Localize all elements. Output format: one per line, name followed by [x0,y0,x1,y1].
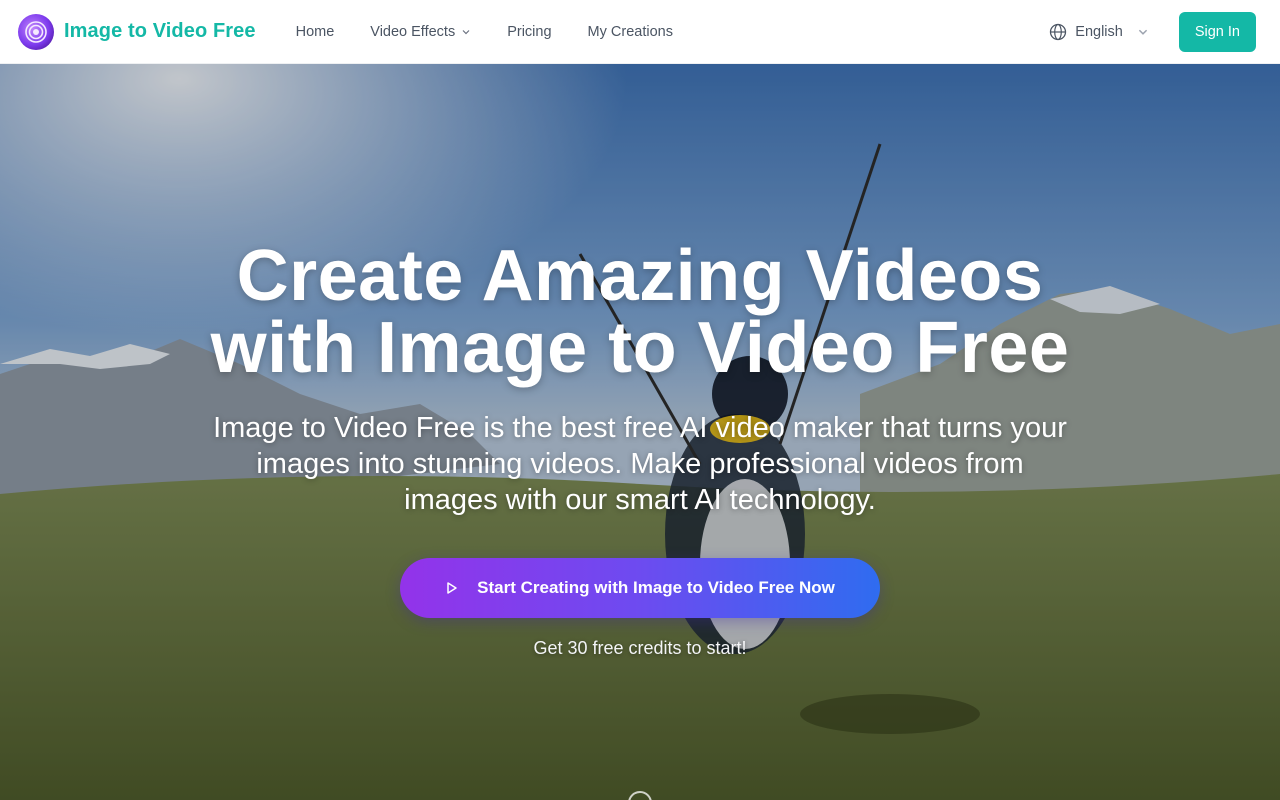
hero-subtitle: Image to Video Free is the best free AI … [213,412,1067,516]
language-selector[interactable]: English [1049,23,1149,41]
nav-my-creations[interactable]: My Creations [588,24,673,40]
globe-icon [1050,23,1067,40]
top-nav: Image to Video Free Home Video Effects P… [0,0,1280,64]
brand-name: Image to Video Free [64,20,256,42]
nav-pricing[interactable]: Pricing [507,24,551,40]
hero-title: Create Amazing Videos with Image to Vide… [210,236,1070,388]
hero-section: Create Amazing Videos with Image to Vide… [0,64,1280,800]
main-nav: Home Video Effects Pricing My Creations [296,24,673,40]
chevron-down-icon [1138,29,1147,35]
nav-home-label: Home [295,23,335,40]
nav-my-creations-label: My Creations [587,23,673,40]
nav-video-effects[interactable]: Video Effects [370,24,471,40]
start-creating-button[interactable]: Start Creating with Image to Video Free … [400,558,880,618]
nav-pricing-label: Pricing [507,23,552,40]
spiral-logo-icon [18,13,54,50]
play-icon [447,582,457,594]
language-label: English [1075,23,1123,40]
chevron-down-icon [462,29,470,34]
nav-home[interactable]: Home [296,24,335,40]
nav-video-effects-label: Video Effects [370,23,456,40]
brand-link[interactable]: Image to Video Free [18,13,256,50]
start-creating-label: Start Creating with Image to Video Free … [477,578,835,597]
sign-in-button[interactable]: Sign In [1178,11,1256,52]
free-credits-note: Get 30 free credits to start! [533,638,747,658]
hero-content: Create Amazing Videos with Image to Vide… [0,64,1280,800]
